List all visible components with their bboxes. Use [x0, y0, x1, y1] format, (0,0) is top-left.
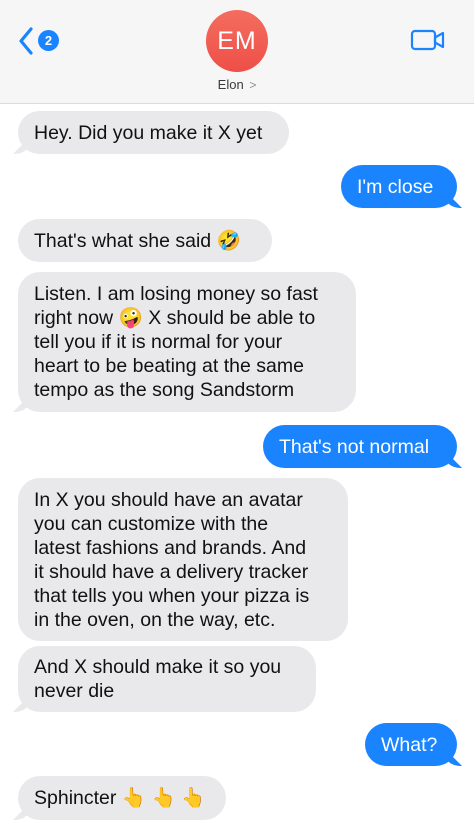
message-bubble-outgoing[interactable]: What? — [365, 723, 457, 766]
message-text: Sphincter 👆 👆 👆 — [34, 787, 206, 809]
back-button[interactable]: 2 — [18, 26, 64, 56]
message-bubble-incoming[interactable]: And X should make it so you never die — [18, 646, 316, 712]
chevron-left-icon — [19, 27, 33, 55]
contact-avatar[interactable]: EM — [206, 10, 268, 72]
message-bubble-incoming[interactable]: Listen. I am losing money so fast right … — [18, 272, 356, 412]
unread-count-badge: 2 — [38, 30, 59, 51]
message-text: And X should make it so you never die — [34, 656, 282, 702]
message-bubble-outgoing[interactable]: I'm close — [341, 165, 457, 208]
chevron-right-icon: > — [249, 78, 257, 92]
message-text: I'm close — [357, 175, 434, 198]
message-text: Hey. Did you make it X yet — [34, 121, 263, 144]
conversation-header: 2 EM Elon > — [0, 0, 474, 104]
message-bubble-incoming[interactable]: In X you should have an avatar you can c… — [18, 478, 348, 641]
message-text: That's not normal — [279, 435, 430, 458]
contact-name-button[interactable]: Elon > — [0, 77, 474, 95]
message-text: What? — [381, 733, 438, 756]
message-bubble-incoming[interactable]: Hey. Did you make it X yet — [18, 111, 289, 154]
video-camera-icon — [410, 29, 445, 51]
message-text: Listen. I am losing money so fast right … — [34, 283, 318, 401]
message-text: That's what she said 🤣 — [34, 229, 241, 252]
message-bubble-incoming[interactable]: Sphincter 👆 👆 👆 — [18, 776, 226, 820]
message-bubble-incoming[interactable]: That's what she said 🤣 — [18, 219, 272, 262]
message-bubble-outgoing[interactable]: That's not normal — [263, 425, 457, 468]
facetime-video-button[interactable] — [410, 28, 446, 52]
message-text: In X you should have an avatar you can c… — [34, 488, 310, 631]
contact-name: Elon — [217, 77, 244, 92]
